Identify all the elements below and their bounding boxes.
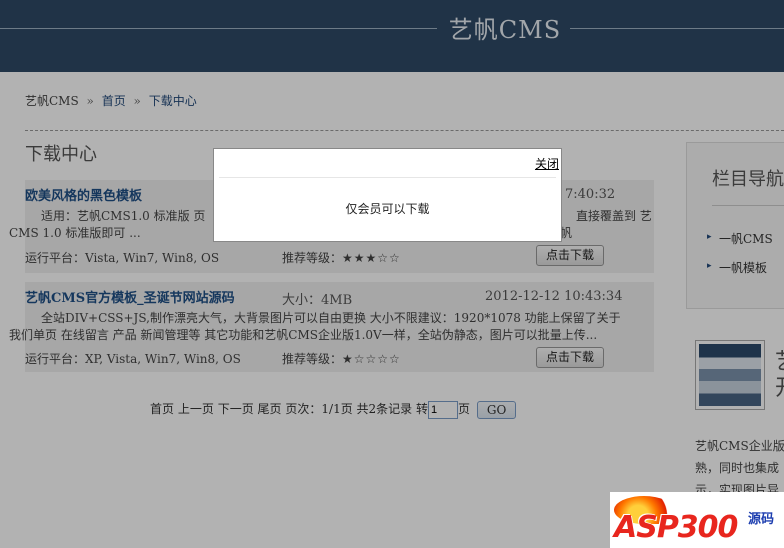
dialog-message: 仅会员可以下载 bbox=[345, 202, 430, 216]
watermark-logo: ASP300 源码 bbox=[610, 492, 784, 548]
alert-dialog: 关闭 仅会员可以下载 bbox=[213, 148, 562, 242]
watermark-text: ASP300 bbox=[614, 510, 738, 545]
modal-overlay[interactable] bbox=[0, 0, 784, 548]
dialog-divider bbox=[219, 177, 556, 178]
watermark-cn-text: 源码 bbox=[748, 512, 775, 527]
close-link[interactable]: 关闭 bbox=[535, 155, 559, 172]
